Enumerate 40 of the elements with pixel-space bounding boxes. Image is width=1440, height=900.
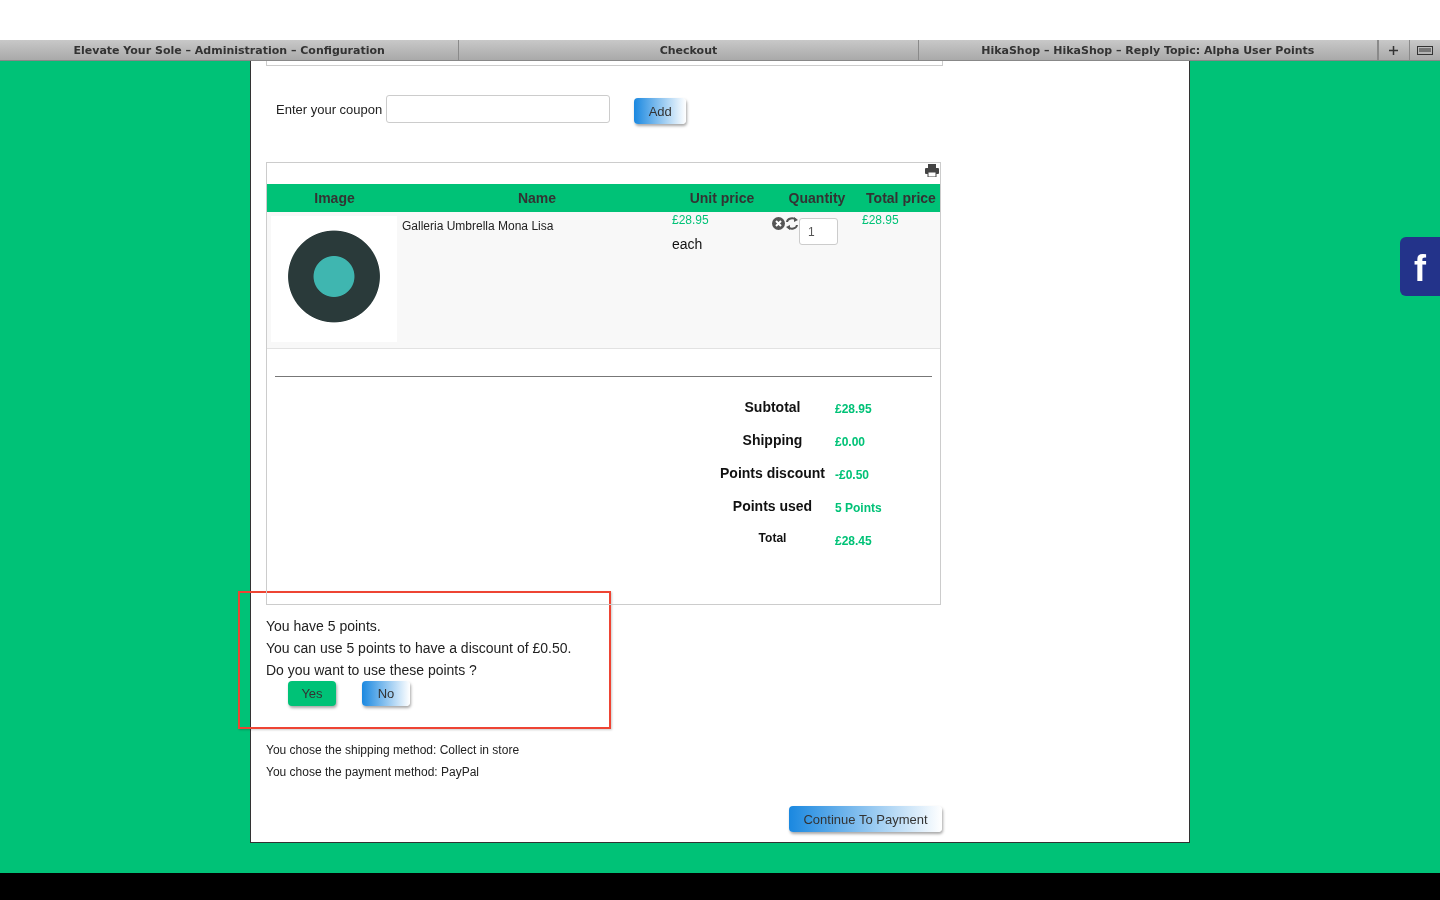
coupon-label: Enter your coupon: [276, 101, 383, 117]
total-label: Points used: [731, 498, 814, 515]
total-label: Shipping: [741, 432, 804, 449]
total-value: £28.45: [835, 533, 873, 548]
total-value: 5 Points: [835, 500, 883, 515]
quantity-field[interactable]: 1: [799, 218, 838, 245]
continue-button[interactable]: Continue To Payment: [789, 806, 942, 832]
total-label: Points discount: [720, 465, 826, 482]
method-text: You chose the payment method: PayPal: [266, 765, 480, 779]
column-header: Image: [313, 190, 356, 206]
add-button[interactable]: Add: [634, 98, 687, 124]
points-text: You can use 5 points to have a discount of £0.50.: [266, 639, 573, 658]
browser-tab[interactable]: HikaShop – HikaShop – Reply Topic: Alpha User Points: [918, 40, 1378, 60]
total-label: Subtotal: [743, 399, 802, 416]
product-name[interactable]: Galleria Umbrella Mona Lisa: [402, 219, 554, 233]
total-value: £28.95: [835, 401, 873, 416]
refresh-icon[interactable]: [786, 217, 798, 230]
print-icon[interactable]: [925, 163, 940, 177]
coupon-field[interactable]: [386, 95, 611, 123]
total-value: £0.00: [835, 434, 867, 449]
points-text: Do you want to use these points ?: [266, 661, 478, 680]
points-text: You have 5 points.: [266, 617, 382, 636]
tab-overview-icon[interactable]: [1417, 45, 1433, 55]
no-button[interactable]: No: [362, 681, 410, 706]
column-header: Unit price: [688, 190, 756, 206]
total-price: £28.95: [862, 213, 899, 227]
browser-tab[interactable]: Checkout: [459, 40, 919, 60]
new-tab-icon[interactable]: [1389, 45, 1399, 55]
unit-label: each: [672, 236, 703, 252]
method-text: You chose the shipping method: Collect in store: [266, 743, 520, 757]
browser-tab[interactable]: Elevate Your Sole – Administration – Configuration: [0, 40, 460, 60]
total-value: -£0.50: [835, 467, 871, 482]
column-header: Quantity: [787, 190, 847, 206]
facebook-button[interactable]: f: [1400, 237, 1440, 296]
column-header: Total price: [865, 190, 937, 206]
total-label: Total: [757, 531, 788, 547]
column-header: Name: [516, 190, 558, 206]
yes-button[interactable]: Yes: [288, 681, 336, 706]
unit-price: £28.95: [672, 213, 709, 227]
remove-icon[interactable]: [772, 217, 785, 230]
